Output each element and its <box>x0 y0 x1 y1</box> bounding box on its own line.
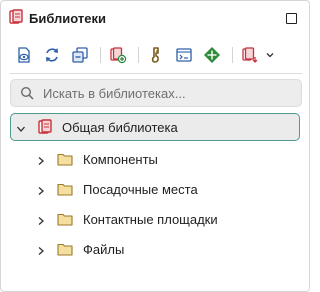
chevron-down-icon[interactable] <box>16 122 26 132</box>
export-dropdown-chevron-icon[interactable] <box>260 45 280 65</box>
folder-icon <box>57 212 73 226</box>
export-icon[interactable] <box>240 45 260 65</box>
chevron-right-icon[interactable] <box>36 244 46 255</box>
maximize-icon[interactable] <box>286 13 297 24</box>
libraries-panel: Библиотеки Искать в библиотеках... Общая… <box>0 0 310 292</box>
tree-item-footprints[interactable]: Посадочные места <box>1 175 309 203</box>
tree-item-components[interactable]: Компоненты <box>1 145 309 173</box>
library-books-icon <box>8 9 24 25</box>
search-box[interactable] <box>10 79 302 107</box>
tree-item-files[interactable]: Файлы <box>1 235 309 263</box>
tree-item-label: Файлы <box>83 242 125 257</box>
chevron-right-icon[interactable] <box>36 184 46 195</box>
panel-header: Библиотеки <box>1 1 309 35</box>
library-books-icon <box>37 119 53 134</box>
tree-item-pads[interactable]: Контактные площадки <box>1 205 309 233</box>
properties-icon[interactable] <box>174 45 194 65</box>
tree-item-common-library[interactable]: Общая библиотека <box>10 113 300 141</box>
folder-icon <box>57 242 73 256</box>
move-icon[interactable] <box>202 45 222 65</box>
chevron-right-icon[interactable] <box>36 154 46 165</box>
tree-item-label: Контактные площадки <box>83 212 218 227</box>
toolbar <box>10 41 302 69</box>
collapse-all-icon[interactable] <box>70 45 90 65</box>
chevron-right-icon[interactable] <box>36 214 46 225</box>
tree-item-label: Посадочные места <box>83 182 198 197</box>
view-library-icon[interactable] <box>14 45 34 65</box>
tag-icon[interactable] <box>146 45 166 65</box>
tree-item-label: Компоненты <box>83 152 158 167</box>
tree-item-label: Общая библиотека <box>62 120 178 135</box>
search-icon <box>20 86 34 100</box>
search-input[interactable] <box>43 80 293 106</box>
folder-icon <box>57 182 73 196</box>
refresh-icon[interactable] <box>42 45 62 65</box>
folder-icon <box>57 152 73 166</box>
panel-title: Библиотеки <box>29 11 107 26</box>
toolbar-divider <box>10 73 302 74</box>
add-library-icon[interactable] <box>108 45 128 65</box>
